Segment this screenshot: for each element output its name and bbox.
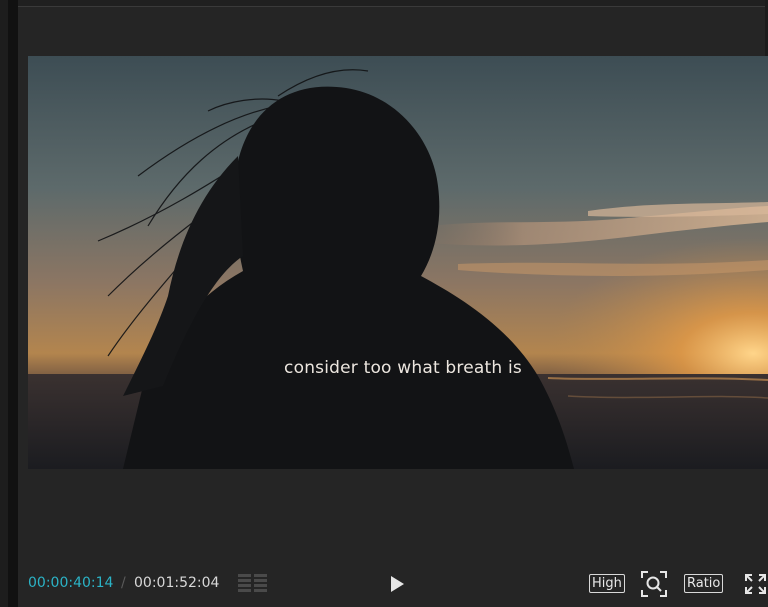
aspect-ratio-button[interactable]: Ratio bbox=[684, 574, 724, 593]
video-preview[interactable]: consider too what breath is bbox=[28, 56, 768, 469]
player-controls-bar: 00:00:40:14 / 00:01:52:04 High Ratio bbox=[28, 570, 768, 598]
panel-divider[interactable] bbox=[8, 0, 18, 607]
video-editor-preview-panel: consider too what breath is 00:00:40:14 … bbox=[0, 0, 768, 607]
waveform-grid-icon bbox=[238, 574, 267, 592]
timecode-separator: / bbox=[121, 575, 126, 591]
fullscreen-icon bbox=[745, 574, 766, 594]
play-button[interactable] bbox=[386, 573, 408, 595]
play-icon bbox=[391, 576, 404, 592]
top-panel-strip bbox=[18, 0, 768, 7]
quality-button[interactable]: High bbox=[589, 574, 625, 593]
zoom-fit-icon bbox=[641, 571, 667, 597]
fullscreen-button[interactable] bbox=[743, 572, 768, 596]
zoom-fit-button[interactable] bbox=[640, 570, 668, 598]
video-frame-image bbox=[28, 56, 768, 469]
current-timecode: 00:00:40:14 bbox=[28, 575, 114, 591]
subtitle-caption[interactable]: consider too what breath is bbox=[28, 358, 768, 378]
waveform-grid-button[interactable] bbox=[238, 572, 270, 596]
subtitle-caption-text: consider too what breath is bbox=[284, 358, 522, 378]
left-panel-edge bbox=[0, 0, 8, 607]
total-duration: 00:01:52:04 bbox=[134, 575, 220, 591]
